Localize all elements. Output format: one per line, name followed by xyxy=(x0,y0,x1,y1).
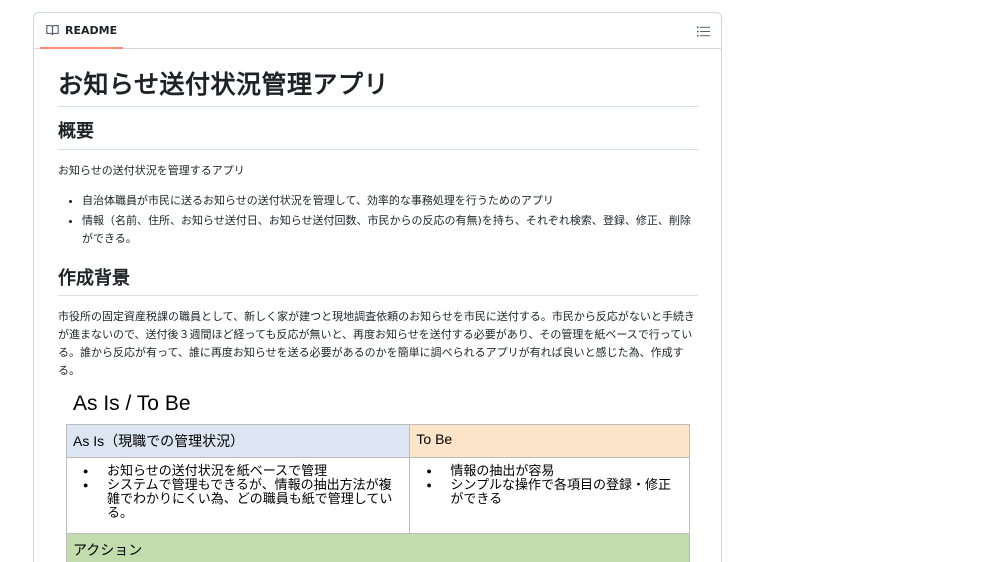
tobe-body-cell: 情報の抽出が容易 シンプルな操作で各項目の登録・修正ができる xyxy=(409,457,690,535)
asis-tobe-heading: As Is / To Be xyxy=(73,392,191,416)
readme-tab-label: README xyxy=(65,23,118,37)
list-icon xyxy=(696,26,710,37)
action-header-cell: アクション xyxy=(66,533,690,562)
list-item: 情報（名前、住所、お知らせ送付日、お知らせ送付回数、市民からの反応の有無)を持ち… xyxy=(82,212,698,248)
list-item: システムで管理もできるが、情報の抽出方法が複雑でわかりにくい為、どの職員も紙で管… xyxy=(81,478,403,520)
overview-heading: 概要 xyxy=(58,121,698,150)
readme-header: README xyxy=(34,13,721,49)
tobe-header-cell: To Be xyxy=(409,424,690,459)
list-item: シンプルな操作で各項目の登録・修正ができる xyxy=(424,478,683,506)
background-paragraph: 市役所の固定資産税課の職員として、新しく家が建つと現地調査依頼のお知らせを市民に… xyxy=(58,310,695,378)
overview-intro: お知らせの送付状況を管理するアプリ xyxy=(58,163,245,177)
asis-header-cell: As Is（現職での管理状況） xyxy=(65,424,411,459)
markdown-body: お知らせ送付状況管理アプリ 概要 お知らせの送付状況を管理するアプリ 自治体職員… xyxy=(58,69,698,562)
background-heading: 作成背景 xyxy=(58,268,698,297)
asis-tobe-table: As Is（現職での管理状況） To Be お知らせの送付状況を紙ベースで管理 … xyxy=(65,424,690,562)
book-icon xyxy=(46,24,59,36)
table-of-contents-button[interactable] xyxy=(695,23,711,39)
readme-tab[interactable]: README xyxy=(40,13,124,49)
list-item: 情報の抽出が容易 xyxy=(424,464,683,479)
readme-panel: README お知らせ送付状況管理アプリ 概要 お知らせの送付状況を管理するアプ… xyxy=(33,12,722,562)
list-item: 自治体職員が市民に送るお知らせの送付状況を管理して、効率的な事務処理を行うための… xyxy=(82,192,698,210)
page-title: お知らせ送付状況管理アプリ xyxy=(58,69,698,108)
list-item: お知らせの送付状況を紙ベースで管理 xyxy=(81,464,403,479)
overview-list: 自治体職員が市民に送るお知らせの送付状況を管理して、効率的な事務処理を行うための… xyxy=(58,192,698,248)
asis-body-cell: お知らせの送付状況を紙ベースで管理 システムで管理もできるが、情報の抽出方法が複… xyxy=(65,457,411,535)
